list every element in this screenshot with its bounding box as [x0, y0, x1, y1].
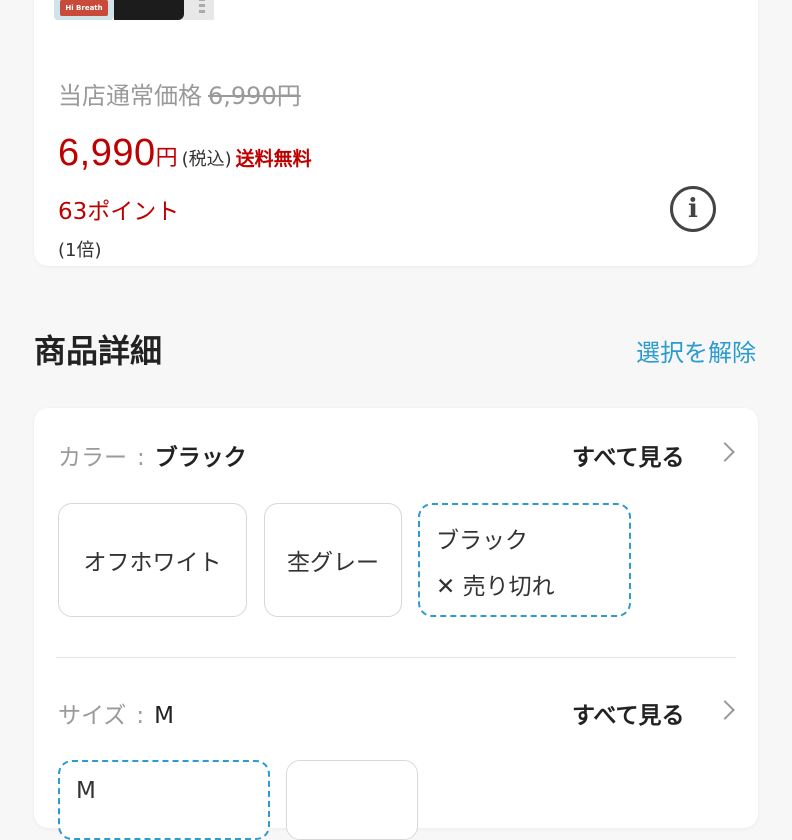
free-shipping-badge: 送料無料: [235, 148, 312, 170]
regular-price-value: 6,990円: [208, 82, 301, 110]
color-option-gray[interactable]: 杢グレー: [264, 503, 402, 617]
info-icon[interactable]: i: [670, 186, 716, 232]
option-label: 杢グレー: [287, 550, 379, 576]
color-see-all-link[interactable]: すべて見る: [572, 438, 684, 472]
divider: [56, 657, 736, 658]
chevron-right-icon[interactable]: [715, 700, 735, 720]
color-label: カラー: [58, 445, 127, 471]
tax-note: (税込): [181, 149, 232, 170]
variant-card: カラー: ブラック すべて見る オフホワイト 杢グレー ブラック ✕ 売り切れ サ…: [34, 408, 758, 840]
price-card: Hi Breath Wool 当店通常価格6,990円 6,990円(税込)送料…: [34, 0, 758, 266]
thumbnail-logo-image: Hi Breath Wool: [60, 0, 108, 16]
size-option-m[interactable]: M: [58, 760, 270, 840]
regular-price: 当店通常価格 6,990円: [58, 76, 301, 111]
chevron-right-icon[interactable]: [715, 442, 735, 462]
color-option-offwhite[interactable]: オフホワイト: [58, 503, 247, 617]
yen-unit: 円: [155, 146, 178, 171]
size-see-all-link[interactable]: すべて見る: [572, 696, 684, 730]
size-value: M: [154, 703, 174, 729]
clear-selection-link[interactable]: 選択を解除: [636, 333, 756, 368]
color-option-black[interactable]: ブラック ✕ 売り切れ: [418, 503, 631, 617]
product-thumbnail[interactable]: Hi Breath Wool: [54, 0, 114, 20]
points-multiplier: (1倍): [58, 240, 102, 261]
option-label: オフホワイト: [83, 550, 222, 576]
size-separator: :: [136, 703, 145, 729]
points-text: 63ポイント: [58, 199, 180, 225]
option-label: M: [76, 778, 96, 804]
color-separator: :: [137, 445, 145, 471]
option-label: ブラック: [436, 528, 528, 554]
color-row-label: カラー: ブラック: [58, 438, 247, 472]
color-value: ブラック: [154, 445, 247, 471]
size-option[interactable]: [286, 760, 418, 840]
regular-price-label: 当店通常価格: [58, 82, 202, 110]
shirt-image: [114, 0, 184, 20]
sold-out-label: ✕ 売り切れ: [436, 574, 555, 600]
size-label: サイズ: [58, 703, 127, 729]
sale-price-line: 6,990円 (税込) 送料無料: [58, 132, 312, 175]
sale-price: 6,990: [58, 132, 156, 174]
size-row-label: サイズ: M: [58, 696, 174, 730]
product-thumbnail[interactable]: [114, 0, 214, 20]
image-decoration: [199, 0, 205, 16]
section-title: 商品詳細: [34, 332, 163, 370]
